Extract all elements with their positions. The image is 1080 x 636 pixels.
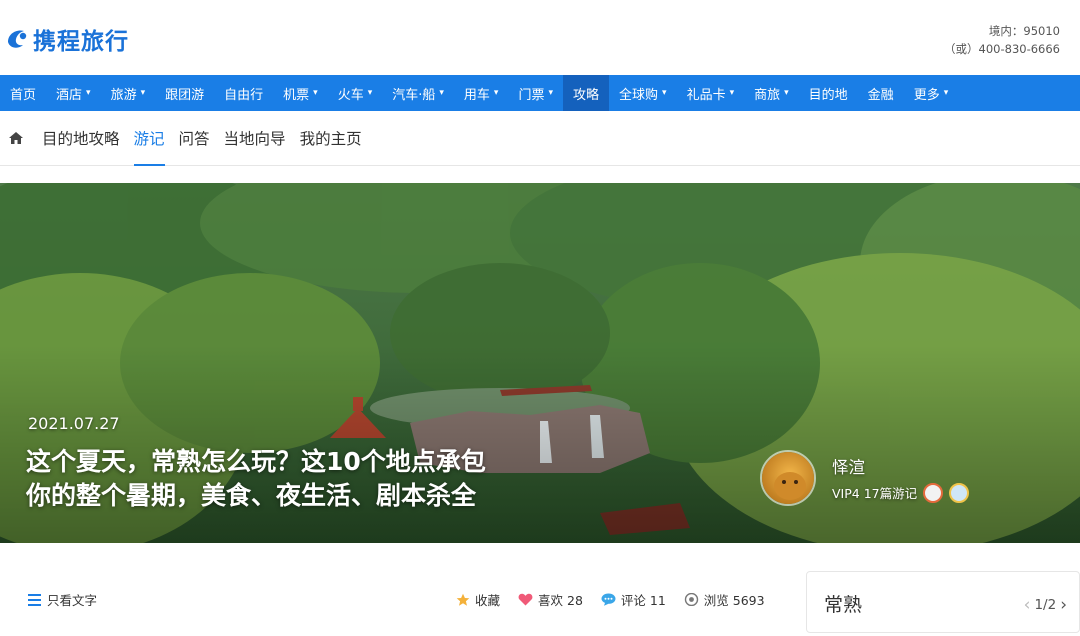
nav-item-label: 旅游 <box>110 87 137 103</box>
author-name[interactable]: 怿渲 <box>832 454 969 478</box>
eye-icon <box>684 593 698 606</box>
chevron-down-icon: ▾ <box>140 88 146 98</box>
nav-item-label: 火车 <box>337 87 364 103</box>
chevron-down-icon: ▾ <box>548 88 553 98</box>
text-only-label: 只看文字 <box>47 593 98 608</box>
list-icon <box>28 593 41 606</box>
nav-item-label: 攻略 <box>573 87 600 103</box>
destination-title[interactable]: 常熟 <box>824 590 862 617</box>
author-meta: VIP4 17篇游记 <box>832 482 970 503</box>
article-stats: 收藏 喜欢 28 评论 11 浏览 5693 <box>456 590 783 609</box>
nav-item-11[interactable]: 全球购 ▾ <box>609 75 677 111</box>
page-indicator: 1/2 <box>1034 597 1057 613</box>
nav-item-label: 礼品卡 <box>686 87 726 103</box>
guide-subnav: 目的地攻略 游记 问答 当地向导 我的主页 <box>0 111 1080 166</box>
comment-button[interactable]: 评论 11 <box>601 590 666 609</box>
nav-item-label: 金融 <box>867 87 894 103</box>
chevron-down-icon: ▾ <box>439 88 444 98</box>
view-count-stat: 浏览 5693 <box>684 590 765 609</box>
nav-item-1[interactable]: 酒店 ▾ <box>46 75 101 111</box>
favorite-button[interactable]: 收藏 <box>456 590 500 609</box>
nav-item-label: 首页 <box>10 87 37 103</box>
site-header: 携程旅行 境内：95010 （或）400-830-6666 <box>0 0 1080 75</box>
nav-item-2[interactable]: 旅游 ▾ <box>101 75 156 111</box>
nav-item-9[interactable]: 门票 ▾ <box>508 75 563 111</box>
comment-icon <box>601 593 616 606</box>
nav-item-13[interactable]: 商旅 ▾ <box>744 75 799 111</box>
nav-item-16[interactable]: 更多 ▾ <box>904 75 959 111</box>
chevron-down-icon: ▾ <box>662 88 667 98</box>
main-nav: 首页 酒店 ▾ 旅游 ▾ 跟团游 自由行 机票 ▾ 火车 ▾ 汽车·船 ▾ 用车 ▾ 门票 ▾ 攻略 全球购 ▾ 礼品卡… <box>0 75 1080 111</box>
chevron-down-icon: ▾ <box>86 88 91 98</box>
nav-item-label: 更多 <box>913 87 940 103</box>
nav-item-14[interactable]: 目的地 <box>799 75 858 111</box>
chevron-down-icon: ▾ <box>729 88 735 98</box>
subnav-item-3[interactable]: 当地向导 <box>224 111 286 166</box>
view-count: 浏览 5693 <box>703 593 765 608</box>
ctrip-logo[interactable]: 携程旅行 <box>4 22 129 56</box>
favorite-label: 收藏 <box>475 593 501 608</box>
nav-item-3[interactable]: 跟团游 <box>155 75 214 111</box>
author-block: 怿渲 VIP4 17篇游记 <box>760 450 970 506</box>
nav-item-6[interactable]: 火车 ▾ <box>328 75 383 111</box>
chevron-down-icon: ▾ <box>493 88 499 98</box>
travelogue-title: 这个夏天，常熟怎么玩？这10个地点承包 你的整个暑期，美食、夜生活、剧本杀全 <box>26 445 616 513</box>
nav-item-label: 汽车·船 <box>392 87 436 103</box>
nav-item-label: 门票 <box>518 87 545 103</box>
home-icon[interactable] <box>8 130 24 146</box>
nav-item-15[interactable]: 金融 <box>858 75 904 111</box>
dolphin-logo-icon <box>8 30 27 48</box>
like-button[interactable]: 喜欢 28 <box>518 590 583 609</box>
next-page-icon[interactable]: › <box>1060 595 1067 615</box>
comment-count: 评论 11 <box>620 593 666 608</box>
subnav-item-2[interactable]: 问答 <box>179 111 210 166</box>
nav-item-5[interactable]: 机票 ▾ <box>273 75 328 111</box>
post-date: 2021.07.27 <box>28 414 120 433</box>
author-info: 怿渲 VIP4 17篇游记 <box>832 454 970 503</box>
nav-item-label: 用车 <box>463 87 490 103</box>
nav-item-label: 酒店 <box>56 87 83 103</box>
like-count: 喜欢 28 <box>538 593 583 608</box>
title-line-2: 你的整个暑期，美食、夜生活、剧本杀全 <box>26 481 477 510</box>
travel-badge-icon <box>949 482 970 503</box>
nav-item-7[interactable]: 汽车·船 ▾ <box>382 75 454 111</box>
nav-item-label: 目的地 <box>808 87 848 103</box>
nav-item-label: 机票 <box>283 87 310 103</box>
subnav-item-0[interactable]: 目的地攻略 <box>42 111 120 166</box>
prev-page-icon[interactable]: ‹ <box>1024 595 1031 615</box>
nav-item-label: 商旅 <box>754 87 781 103</box>
destination-pager: ‹ 1/2 › <box>1020 595 1071 615</box>
nav-item-4[interactable]: 自由行 <box>214 75 273 111</box>
chevron-down-icon: ▾ <box>943 88 949 98</box>
nav-item-10[interactable]: 攻略 <box>563 75 610 111</box>
nav-item-label: 跟团游 <box>165 87 205 103</box>
chevron-down-icon: ▾ <box>313 88 318 98</box>
nav-item-label: 全球购 <box>619 87 659 103</box>
nav-item-8[interactable]: 用车 ▾ <box>454 75 509 111</box>
nav-item-0[interactable]: 首页 <box>0 75 46 111</box>
travelogue-hero: 2021.07.27 这个夏天，常熟怎么玩？这10个地点承包 你的整个暑期，美食… <box>0 183 1080 543</box>
nav-item-12[interactable]: 礼品卡 ▾ <box>677 75 745 111</box>
star-icon <box>456 593 470 606</box>
subnav-item-4[interactable]: 我的主页 <box>300 111 362 166</box>
chevron-down-icon: ▾ <box>367 88 373 98</box>
service-hotline: 境内：95010 （或）400-830-6666 <box>944 22 1060 58</box>
article-toolbar: 只看文字 收藏 喜欢 28 评论 11 浏览 5693 <box>0 568 800 628</box>
title-line-1: 这个夏天，常熟怎么玩？这10个地点承包 <box>26 447 486 476</box>
camera-badge-icon <box>923 482 944 503</box>
nav-item-label: 自由行 <box>224 87 264 103</box>
author-avatar[interactable] <box>760 450 816 506</box>
heart-icon <box>518 593 533 606</box>
subnav-item-1[interactable]: 游记 <box>133 111 165 166</box>
hotline-domestic: 境内：95010 <box>988 24 1060 38</box>
destination-card: 常熟 ‹ 1/2 › <box>806 571 1080 633</box>
chevron-down-icon: ▾ <box>784 88 789 98</box>
brand-name: 携程旅行 <box>33 29 129 55</box>
text-only-toggle[interactable]: 只看文字 <box>28 590 97 609</box>
author-level-count: VIP4 17篇游记 <box>832 486 918 501</box>
hotline-alt: （或）400-830-6666 <box>944 42 1060 56</box>
